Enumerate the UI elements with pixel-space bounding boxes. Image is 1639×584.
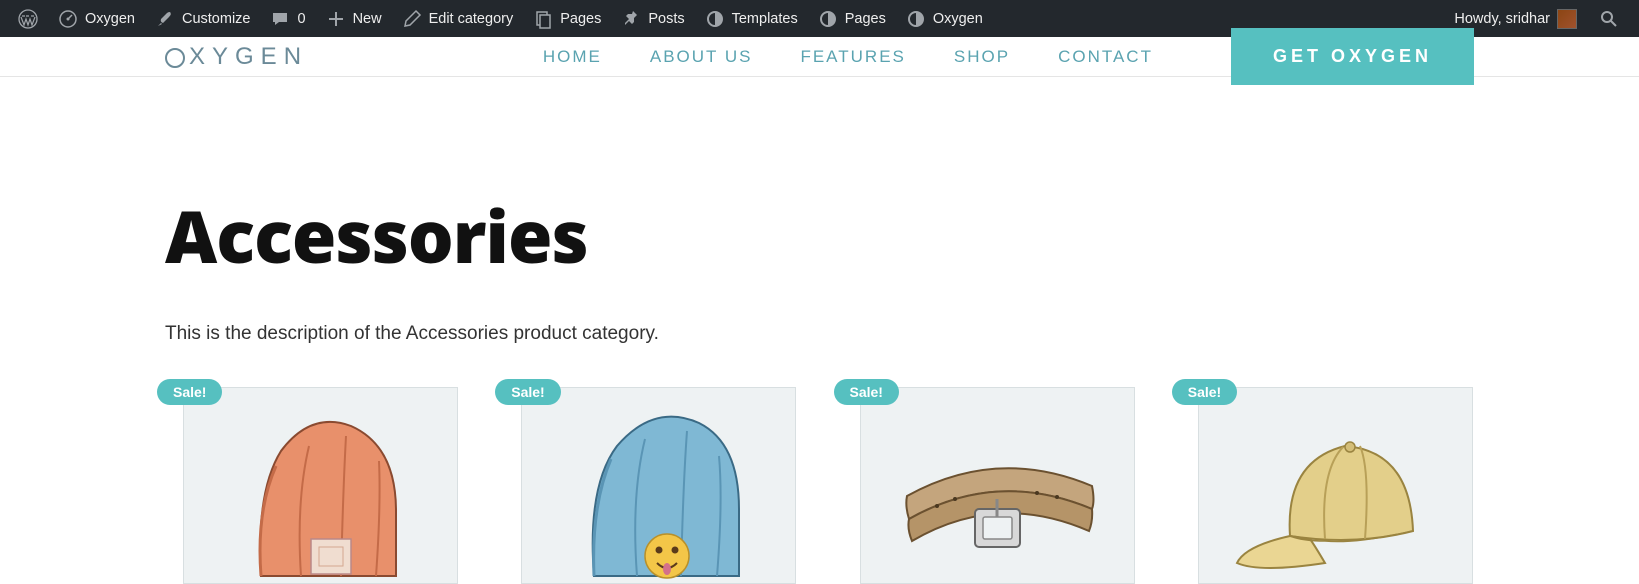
edit-category-menu[interactable]: Edit category <box>392 0 524 37</box>
site-name-menu[interactable]: Oxygen <box>48 0 145 37</box>
site-nav: HOME ABOUT US FEATURES SHOP CONTACT GET … <box>543 28 1474 85</box>
sale-badge: Sale! <box>495 379 560 405</box>
oxygen-icon <box>906 9 926 29</box>
page-content: Accessories This is the description of t… <box>0 77 1639 584</box>
product-image <box>1198 387 1473 584</box>
site-logo[interactable]: XYGEN <box>165 43 308 71</box>
product-grid: Sale! Sale! <box>165 387 1474 584</box>
edit-category-label: Edit category <box>429 11 514 27</box>
dashboard-icon <box>58 9 78 29</box>
howdy-label: Howdy, sridhar <box>1454 11 1550 27</box>
logo-o-icon <box>165 48 185 68</box>
pencil-icon <box>402 9 422 29</box>
page-title: Accessories <box>165 187 1474 285</box>
customize-label: Customize <box>182 11 251 27</box>
product-illustration-beanie-orange <box>201 391 441 581</box>
pin-icon <box>621 9 641 29</box>
product-image <box>521 387 796 584</box>
brush-icon <box>155 9 175 29</box>
comment-icon <box>270 9 290 29</box>
wordpress-logo-icon <box>18 9 38 29</box>
logo-text: XYGEN <box>189 43 308 71</box>
wp-logo-menu[interactable] <box>8 0 48 37</box>
product-card[interactable]: Sale! <box>842 387 1136 584</box>
templates-label: Templates <box>732 11 798 27</box>
nav-features[interactable]: FEATURES <box>800 47 905 67</box>
oxygen-icon <box>818 9 838 29</box>
pages-icon <box>533 9 553 29</box>
product-card[interactable]: Sale! <box>165 387 459 584</box>
nav-home[interactable]: HOME <box>543 47 602 67</box>
page-description: This is the description of the Accessori… <box>165 323 1474 345</box>
customize-menu[interactable]: Customize <box>145 0 261 37</box>
product-illustration-belt <box>877 391 1117 581</box>
search-icon <box>1599 9 1619 29</box>
site-header: XYGEN HOME ABOUT US FEATURES SHOP CONTAC… <box>0 37 1639 77</box>
comments-count: 0 <box>297 11 305 27</box>
new-label: New <box>353 11 382 27</box>
sale-badge: Sale! <box>157 379 222 405</box>
plus-icon <box>326 9 346 29</box>
posts-label: Posts <box>648 11 684 27</box>
new-menu[interactable]: New <box>316 0 392 37</box>
product-illustration-beanie-blue <box>539 391 779 581</box>
pages-label: Pages <box>560 11 601 27</box>
nav-contact[interactable]: CONTACT <box>1058 47 1153 67</box>
oxygen-menu-label: Oxygen <box>933 11 983 27</box>
site-name-label: Oxygen <box>85 11 135 27</box>
product-card[interactable]: Sale! <box>503 387 797 584</box>
comments-menu[interactable]: 0 <box>260 0 315 37</box>
nav-about[interactable]: ABOUT US <box>650 47 753 67</box>
user-avatar <box>1557 9 1577 29</box>
product-illustration-cap <box>1215 391 1455 581</box>
oxygen-pages-label: Pages <box>845 11 886 27</box>
search-button[interactable] <box>1587 0 1631 37</box>
sale-badge: Sale! <box>834 379 899 405</box>
sale-badge: Sale! <box>1172 379 1237 405</box>
cta-get-oxygen[interactable]: GET OXYGEN <box>1231 28 1474 85</box>
product-image <box>860 387 1135 584</box>
oxygen-icon <box>705 9 725 29</box>
product-image <box>183 387 458 584</box>
nav-shop[interactable]: SHOP <box>954 47 1010 67</box>
product-card[interactable]: Sale! <box>1180 387 1474 584</box>
